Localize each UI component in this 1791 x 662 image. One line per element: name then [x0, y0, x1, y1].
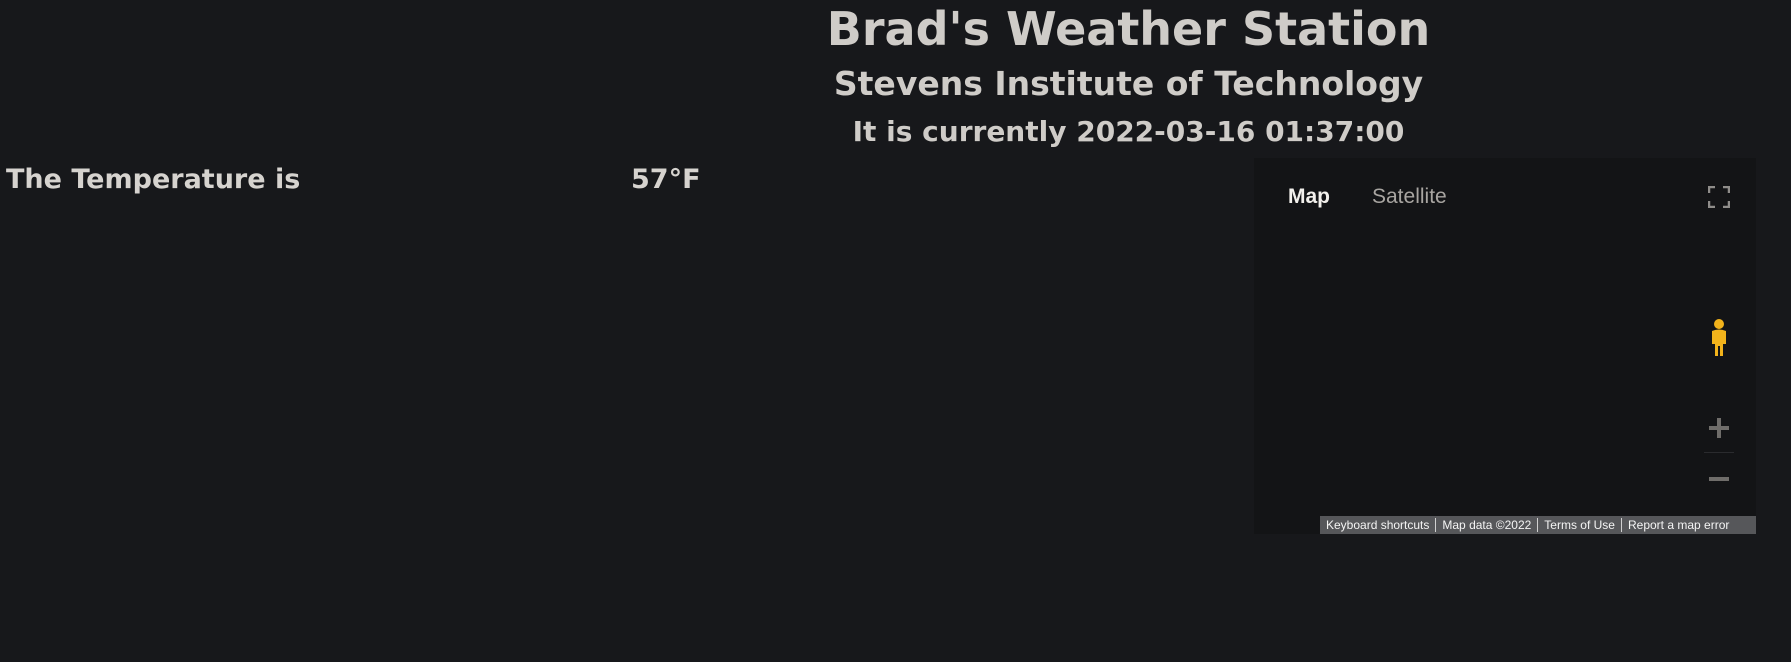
page-title: Brad's Weather Station — [826, 2, 1431, 56]
zoom-out-button[interactable] — [1704, 464, 1734, 494]
current-time: It is currently 2022-03-16 01:37:00 — [852, 115, 1405, 148]
map-widget[interactable]: Map Satellite Keyboard shortcuts Map dat… — [1254, 158, 1756, 534]
report-map-error-link[interactable]: Report a map error — [1622, 518, 1735, 532]
fullscreen-icon[interactable] — [1707, 185, 1731, 209]
temperature-value: 57°F — [631, 164, 701, 195]
minus-icon — [1709, 477, 1729, 481]
plus-icon — [1709, 418, 1729, 438]
temperature-label: The Temperature is — [6, 164, 301, 195]
map-type-control: Map Satellite — [1254, 182, 1467, 212]
map-type-satellite-button[interactable]: Satellite — [1350, 182, 1467, 212]
terms-of-use-link[interactable]: Terms of Use — [1538, 518, 1622, 532]
zoom-in-button[interactable] — [1704, 413, 1734, 443]
zoom-divider — [1704, 452, 1734, 453]
pegman-icon[interactable] — [1708, 318, 1730, 358]
map-data-text: Map data ©2022 — [1436, 518, 1539, 532]
weather-page: Brad's Weather Station Stevens Institute… — [0, 0, 1791, 662]
page-subtitle: Stevens Institute of Technology — [833, 64, 1424, 103]
map-type-map-button[interactable]: Map — [1254, 182, 1350, 212]
map-attribution: Keyboard shortcuts Map data ©2022 Terms … — [1320, 516, 1756, 534]
keyboard-shortcuts-link[interactable]: Keyboard shortcuts — [1320, 518, 1437, 532]
